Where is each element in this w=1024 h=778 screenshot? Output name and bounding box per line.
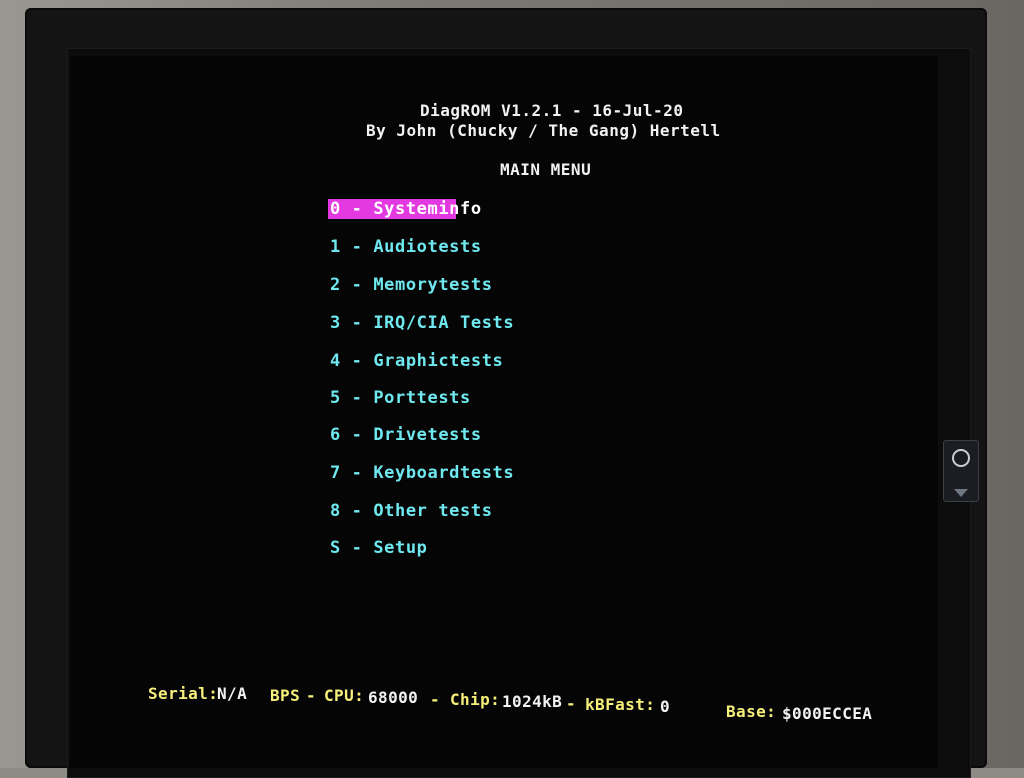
menu-item-audiotests[interactable]: 1 - Audiotests	[330, 239, 482, 256]
base-label: Base:	[726, 702, 777, 721]
fast-value: 0	[660, 697, 671, 716]
bps-label: BPS	[270, 686, 301, 705]
menu-title: MAIN MENU	[500, 160, 592, 179]
chip-label: Chip:	[450, 690, 501, 709]
triangle-indicator-icon	[954, 489, 968, 497]
cpu-label: CPU:	[324, 686, 365, 705]
monitor-badge	[943, 440, 979, 502]
menu-item-memorytests[interactable]: 2 - Memorytests	[330, 277, 493, 294]
lightbulb-icon	[952, 449, 970, 467]
menu-item-irq-cia-tests[interactable]: 3 - IRQ/CIA Tests	[330, 315, 514, 332]
status-separator-1: -	[306, 686, 317, 705]
author-line: By John (Chucky / The Gang) Hertell	[366, 121, 721, 140]
menu-item-systeminfo[interactable]: 0 - Systeminfo	[330, 201, 482, 218]
crt-screen: DiagROM V1.2.1 - 16-Jul-20 By John (Chuc…	[70, 56, 938, 768]
fast-label: kBFast:	[585, 695, 656, 714]
menu-item-graphictests[interactable]: 4 - Graphictests	[330, 353, 503, 370]
menu-item-porttests[interactable]: 5 - Porttests	[330, 390, 471, 407]
version-line: DiagROM V1.2.1 - 16-Jul-20	[420, 101, 684, 120]
status-separator-3: -	[566, 694, 577, 713]
chip-value: 1024kB	[502, 692, 563, 711]
base-value: $000ECCEA	[782, 704, 873, 723]
menu-item-other-tests[interactable]: 8 - Other tests	[330, 503, 493, 520]
menu-item-drivetests[interactable]: 6 - Drivetests	[330, 427, 482, 444]
serial-label: Serial:	[148, 684, 219, 703]
cpu-value: 68000	[368, 688, 419, 707]
status-separator-2: -	[430, 690, 441, 709]
serial-value: N/A	[217, 684, 248, 703]
menu-item-keyboardtests[interactable]: 7 - Keyboardtests	[330, 465, 514, 482]
menu-item-setup[interactable]: S - Setup	[330, 540, 428, 557]
